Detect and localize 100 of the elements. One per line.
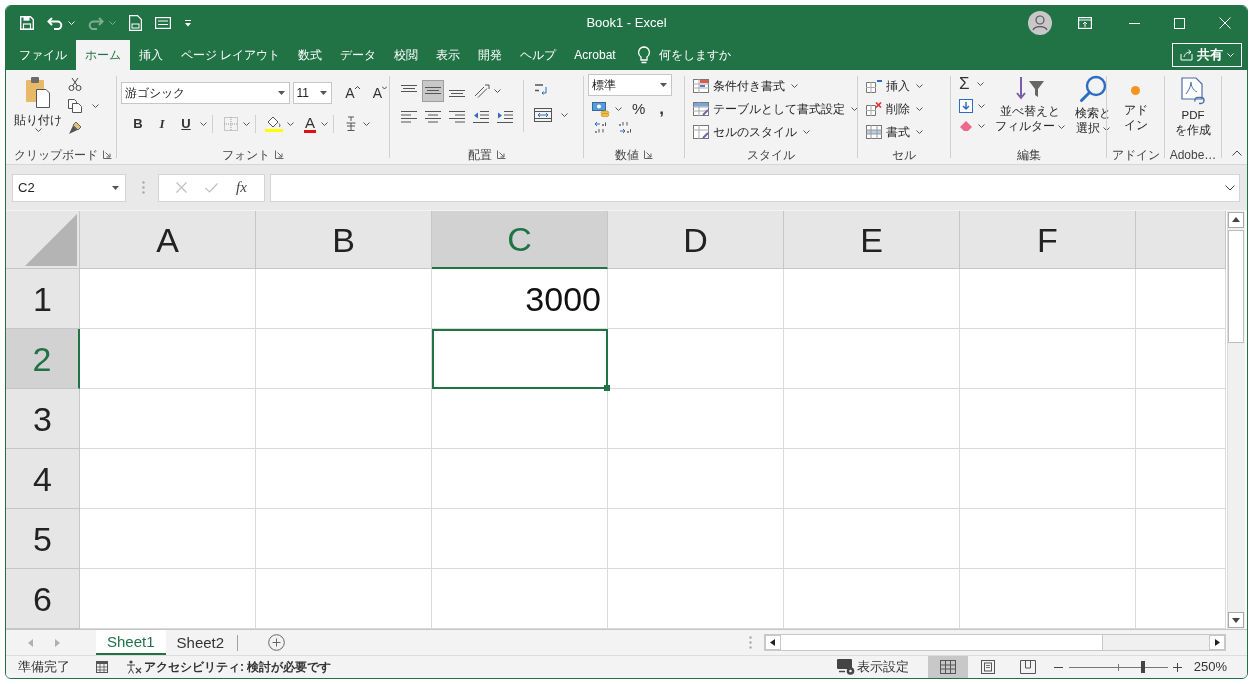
minimize-icon[interactable] <box>1129 22 1140 24</box>
paste-button[interactable]: 貼り付け <box>16 76 60 145</box>
caret-icon[interactable] <box>363 121 370 126</box>
column-header[interactable]: B <box>256 211 432 269</box>
grip-dots-icon[interactable] <box>142 181 145 194</box>
chevron-up-icon[interactable] <box>1232 150 1242 156</box>
dots-arrow-icon[interactable] <box>618 121 632 133</box>
caret-icon[interactable] <box>34 128 42 132</box>
ribbon-tab[interactable]: Acrobat <box>565 40 625 70</box>
paint-bucket-icon[interactable] <box>265 115 283 132</box>
ribbon-tab[interactable]: ページ レイアウト <box>172 40 290 70</box>
font-color-button[interactable]: A <box>304 114 316 133</box>
caret-icon[interactable] <box>916 107 923 111</box>
caret-icon[interactable] <box>287 121 294 126</box>
underline-button[interactable]: U <box>174 114 198 134</box>
decrease-indent-icon[interactable] <box>473 110 489 124</box>
dots-arrow-icon[interactable] <box>594 121 608 133</box>
column-header[interactable]: E <box>784 211 960 269</box>
dropdown-arrow-icon[interactable] <box>112 185 119 190</box>
caret-icon[interactable] <box>791 84 798 88</box>
grid-cell[interactable]: 3000 <box>432 269 608 329</box>
name-box[interactable]: C2 <box>12 173 126 202</box>
caret-icon[interactable] <box>243 121 250 126</box>
column-header[interactable]: A <box>80 211 256 269</box>
ribbon-tab[interactable]: データ <box>331 40 386 70</box>
wrap-text-icon[interactable] <box>534 82 548 96</box>
caret-icon[interactable] <box>561 113 568 117</box>
share-button[interactable]: 共有 <box>1172 43 1242 67</box>
column-header[interactable]: C <box>432 211 608 269</box>
sheet-tab[interactable]: Sheet2 <box>165 630 236 655</box>
caret-icon[interactable] <box>92 104 99 108</box>
dropdown-caret-icon[interactable] <box>184 19 192 27</box>
chevron-down-icon[interactable] <box>1225 184 1235 191</box>
font-name-combobox[interactable]: 游ゴシック <box>121 82 290 104</box>
page-icon[interactable] <box>129 15 142 31</box>
corner-arrow-icon[interactable] <box>496 150 506 159</box>
scissors-icon[interactable] <box>68 77 82 91</box>
plus-circle-icon[interactable] <box>268 634 286 651</box>
conditional-format-button[interactable]: 条件付き書式 <box>693 75 857 97</box>
ribbon-tab[interactable]: 開発 <box>469 40 512 70</box>
accessibility-button[interactable]: アクセシビリティ: 検討が必要です <box>126 658 332 676</box>
caret-icon[interactable] <box>803 130 810 134</box>
ribbon-tab[interactable]: ホーム <box>76 40 130 70</box>
down-arrow-box-icon[interactable] <box>959 99 973 113</box>
shrink-font-button[interactable]: A <box>370 86 389 100</box>
sheet-grid-icon[interactable] <box>96 661 108 673</box>
grow-font-button[interactable]: A <box>343 86 362 100</box>
ribbon-tab[interactable]: ファイル <box>10 40 76 70</box>
corner-arrow-icon[interactable] <box>275 150 284 159</box>
grid-cell[interactable] <box>432 329 608 389</box>
plus-icon[interactable] <box>1172 662 1182 672</box>
formula-input[interactable] <box>270 173 1240 202</box>
eraser-icon[interactable] <box>959 120 973 132</box>
horizontal-scrollbar[interactable] <box>764 634 1226 651</box>
cell-styles-button[interactable]: セルのスタイル <box>693 121 857 143</box>
tell-me-search[interactable]: 何をしますか <box>636 40 731 70</box>
autosum-button[interactable]: Σ <box>959 75 985 92</box>
sort-filter-button[interactable]: 並べ替えと フィルター <box>995 75 1065 145</box>
corner-arrow-icon[interactable] <box>644 150 653 159</box>
corner-arrow-icon[interactable] <box>103 150 112 159</box>
format-button[interactable]: 書式 <box>866 121 950 143</box>
format-as-table-button[interactable]: テーブルとして書式設定 <box>693 98 857 120</box>
save-icon[interactable] <box>20 16 34 30</box>
minus-icon[interactable] <box>1053 666 1063 668</box>
caret-icon[interactable] <box>916 84 923 88</box>
row-header[interactable]: 6 <box>6 569 80 629</box>
undo-icon[interactable] <box>47 16 63 30</box>
caret-icon[interactable] <box>978 104 985 108</box>
close-icon[interactable] <box>1218 17 1231 29</box>
slider-thumb[interactable] <box>1141 661 1145 673</box>
bold-button[interactable]: B <box>126 114 150 134</box>
caret-icon[interactable] <box>321 121 328 126</box>
maximize-icon[interactable] <box>1174 17 1185 29</box>
column-header[interactable]: D <box>608 211 784 269</box>
dropdown-arrow-icon[interactable] <box>660 83 667 87</box>
insert-button[interactable]: 挿入 <box>866 75 950 97</box>
caret-icon[interactable] <box>615 106 622 111</box>
zoom-slider[interactable] <box>1068 661 1168 673</box>
row-header[interactable]: 5 <box>6 509 80 569</box>
align-right-icon[interactable] <box>449 110 465 124</box>
increase-indent-icon[interactable] <box>497 110 513 124</box>
grip-dots-icon[interactable] <box>749 636 752 649</box>
vertical-scrollbar[interactable] <box>1227 211 1245 629</box>
row-header[interactable]: 1 <box>6 269 80 329</box>
diagonal-arrow-icon[interactable] <box>474 84 490 98</box>
addins-button[interactable]: アド イン <box>1123 70 1148 145</box>
caret-icon[interactable] <box>978 124 985 128</box>
italic-button[interactable]: I <box>150 114 174 134</box>
align-center-icon[interactable] <box>425 110 441 124</box>
ribbon-tab[interactable]: 挿入 <box>130 40 172 70</box>
vertical-align-button[interactable] <box>422 80 444 102</box>
row-header[interactable]: 2 <box>6 329 80 389</box>
caret-icon[interactable] <box>1103 126 1110 131</box>
dotted-grid-icon[interactable] <box>224 116 238 131</box>
form-icon[interactable] <box>155 17 171 29</box>
money-icon[interactable] <box>592 100 610 117</box>
ribbon-tab[interactable]: 数式 <box>289 40 332 70</box>
row-header[interactable]: 4 <box>6 449 80 509</box>
display-settings-button[interactable]: 表示設定 <box>836 656 909 678</box>
ribbon-tab[interactable]: 校閲 <box>385 40 428 70</box>
